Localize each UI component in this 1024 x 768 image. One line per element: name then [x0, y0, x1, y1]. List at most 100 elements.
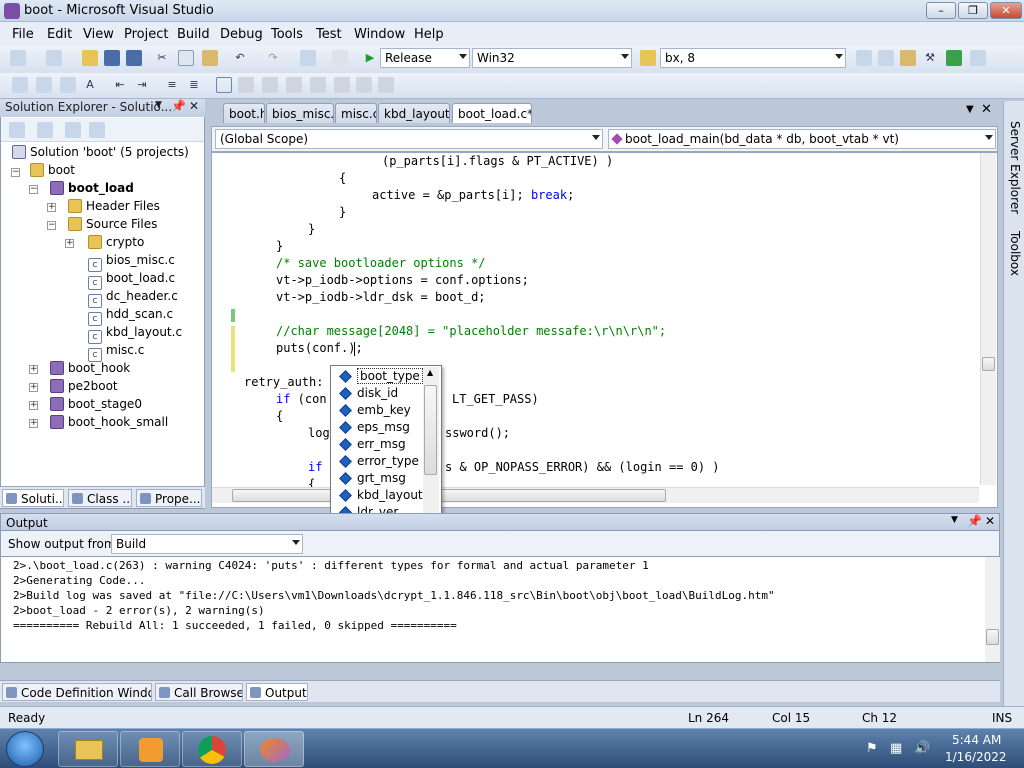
tab-properties[interactable]: Prope...	[136, 489, 202, 507]
undo-icon[interactable]: ↶	[232, 50, 248, 66]
display-quick-info-icon[interactable]	[60, 77, 76, 93]
output-scrollbar[interactable]	[985, 557, 1000, 662]
action-center-icon[interactable]: ⚑	[866, 741, 878, 756]
editor-horizontal-scrollbar[interactable]	[212, 487, 979, 503]
tree-folder-crypto[interactable]: crypto	[88, 235, 144, 253]
tab-solution-explorer[interactable]: Soluti...	[2, 489, 64, 507]
member-item[interactable]: disk_id	[333, 385, 423, 402]
menu-help[interactable]: Help	[414, 27, 444, 42]
solution-explorer-icon[interactable]	[856, 50, 872, 66]
display-parameter-info-icon[interactable]	[36, 77, 52, 93]
cut-icon[interactable]: ✂	[154, 50, 170, 66]
tree-project[interactable]: pe2boot	[50, 379, 118, 397]
tree-folder-header-files[interactable]: Header Files	[68, 199, 160, 217]
menu-view[interactable]: View	[83, 27, 114, 42]
member-item[interactable]: emb_key	[333, 402, 423, 419]
tree-folder-source-files[interactable]: Source Files	[68, 217, 157, 235]
tree-project[interactable]: boot_hook	[50, 361, 130, 379]
output-source-combo[interactable]: Build	[111, 534, 303, 554]
complete-word-icon[interactable]: A	[82, 77, 98, 93]
previous-bookmark-in-document-icon[interactable]	[334, 77, 350, 93]
next-bookmark-in-folder-icon[interactable]	[310, 77, 326, 93]
show-all-files-icon[interactable]	[37, 122, 53, 138]
scope-combo[interactable]: (Global Scope)	[215, 129, 603, 149]
close-icon[interactable]: ✕	[985, 514, 995, 528]
function-combo[interactable]: boot_load_main(bd_data * db, boot_vtab *…	[608, 129, 996, 149]
chevron-down-icon[interactable]: ▼	[155, 100, 162, 110]
tree-file[interactable]: Cboot_load.c	[88, 271, 175, 290]
tab-boot-h[interactable]: boot.h	[223, 103, 265, 123]
member-item[interactable]: error_type	[333, 453, 423, 470]
expand-icon[interactable]: +	[29, 419, 38, 428]
toggle-bookmark-icon[interactable]	[216, 77, 232, 93]
tree-solution[interactable]: Solution 'boot' (5 projects)	[12, 145, 189, 163]
tree-project-boot-load[interactable]: boot_load	[50, 181, 134, 199]
collapse-icon[interactable]: −	[47, 221, 56, 230]
clock-time[interactable]: 5:44 AM	[952, 733, 1001, 747]
tree-project[interactable]: boot_hook_small	[50, 415, 168, 433]
expand-icon[interactable]: +	[29, 401, 38, 410]
uncomment-lines-icon[interactable]: ≣	[186, 77, 202, 93]
find-combo[interactable]: bx, 8	[660, 48, 846, 68]
start-button[interactable]	[6, 731, 44, 767]
navigate-backward-icon[interactable]	[300, 50, 316, 66]
paste-icon[interactable]	[202, 50, 218, 66]
tree-file[interactable]: Chdd_scan.c	[88, 307, 173, 326]
clock-date[interactable]: 1/16/2022	[945, 750, 1007, 764]
menu-tools[interactable]: Tools	[271, 27, 303, 42]
member-item[interactable]: grt_msg	[333, 470, 423, 487]
minimize-button[interactable]: –	[926, 2, 956, 19]
tree-file[interactable]: Ckbd_layout.c	[88, 325, 182, 344]
scrollbar-thumb[interactable]	[424, 385, 437, 475]
tree-file[interactable]: Cmisc.c	[88, 343, 144, 362]
increase-indent-icon[interactable]: ⇥	[134, 77, 150, 93]
previous-bookmark-in-folder-icon[interactable]	[286, 77, 302, 93]
navigate-forward-icon[interactable]	[332, 50, 348, 66]
command-window-icon[interactable]	[970, 50, 986, 66]
collapse-icon[interactable]: −	[11, 168, 20, 177]
close-window-button[interactable]: ✕	[990, 2, 1022, 19]
pin-icon[interactable]: 📌	[967, 514, 982, 528]
clear-bookmarks-icon[interactable]	[378, 77, 394, 93]
tab-misc-c[interactable]: misc.c	[335, 103, 377, 123]
member-item[interactable]: kbd_layout	[333, 487, 423, 504]
tab-boot-load-c[interactable]: boot_load.c*	[452, 103, 532, 123]
taskbar-chrome[interactable]	[182, 731, 242, 767]
menu-file[interactable]: File	[12, 27, 34, 42]
output-line[interactable]: 2>Build log was saved at "file://C:\User…	[13, 588, 775, 603]
member-item[interactable]: eps_msg	[333, 419, 423, 436]
close-icon[interactable]: ✕	[981, 102, 992, 117]
add-item-icon[interactable]	[46, 50, 62, 66]
toolbox-tab[interactable]: Toolbox	[1008, 231, 1022, 276]
expand-icon[interactable]: +	[65, 239, 74, 248]
start-debugging-icon[interactable]: ▶	[362, 50, 378, 66]
tab-kbd-layout-c[interactable]: kbd_layout.c	[378, 103, 450, 123]
taskbar-explorer[interactable]	[58, 731, 118, 767]
editor-vertical-scrollbar[interactable]	[980, 153, 996, 485]
next-bookmark-icon[interactable]	[262, 77, 278, 93]
scroll-up-icon[interactable]: ▲	[427, 368, 433, 377]
menu-edit[interactable]: Edit	[47, 27, 72, 42]
display-object-member-list-icon[interactable]	[12, 77, 28, 93]
scrollbar-thumb[interactable]	[986, 629, 999, 645]
menu-test[interactable]: Test	[316, 27, 342, 42]
toolbox-icon[interactable]: ⚒	[922, 50, 938, 66]
tab-code-definition-window[interactable]: Code Definition Window	[2, 683, 152, 701]
start-page-icon[interactable]	[946, 50, 962, 66]
copy-icon[interactable]	[178, 50, 194, 66]
decrease-indent-icon[interactable]: ⇤	[112, 77, 128, 93]
tree-file[interactable]: Cdc_header.c	[88, 289, 178, 308]
expand-icon[interactable]: +	[29, 365, 38, 374]
redo-icon[interactable]: ↷	[265, 50, 281, 66]
next-bookmark-in-document-icon[interactable]	[356, 77, 372, 93]
volume-icon[interactable]: 🔊	[914, 741, 930, 756]
expand-icon[interactable]: +	[47, 203, 56, 212]
tab-bios-misc-c[interactable]: bios_misc.c	[266, 103, 334, 123]
taskbar-media-player[interactable]	[120, 731, 180, 767]
tab-class-view[interactable]: Class ...	[68, 489, 132, 507]
member-item[interactable]: boot_type	[333, 368, 423, 385]
expand-icon[interactable]: +	[29, 383, 38, 392]
platform-combo[interactable]: Win32	[472, 48, 632, 68]
tab-output[interactable]: Output	[246, 683, 308, 701]
class-diagram-icon[interactable]	[89, 122, 105, 138]
